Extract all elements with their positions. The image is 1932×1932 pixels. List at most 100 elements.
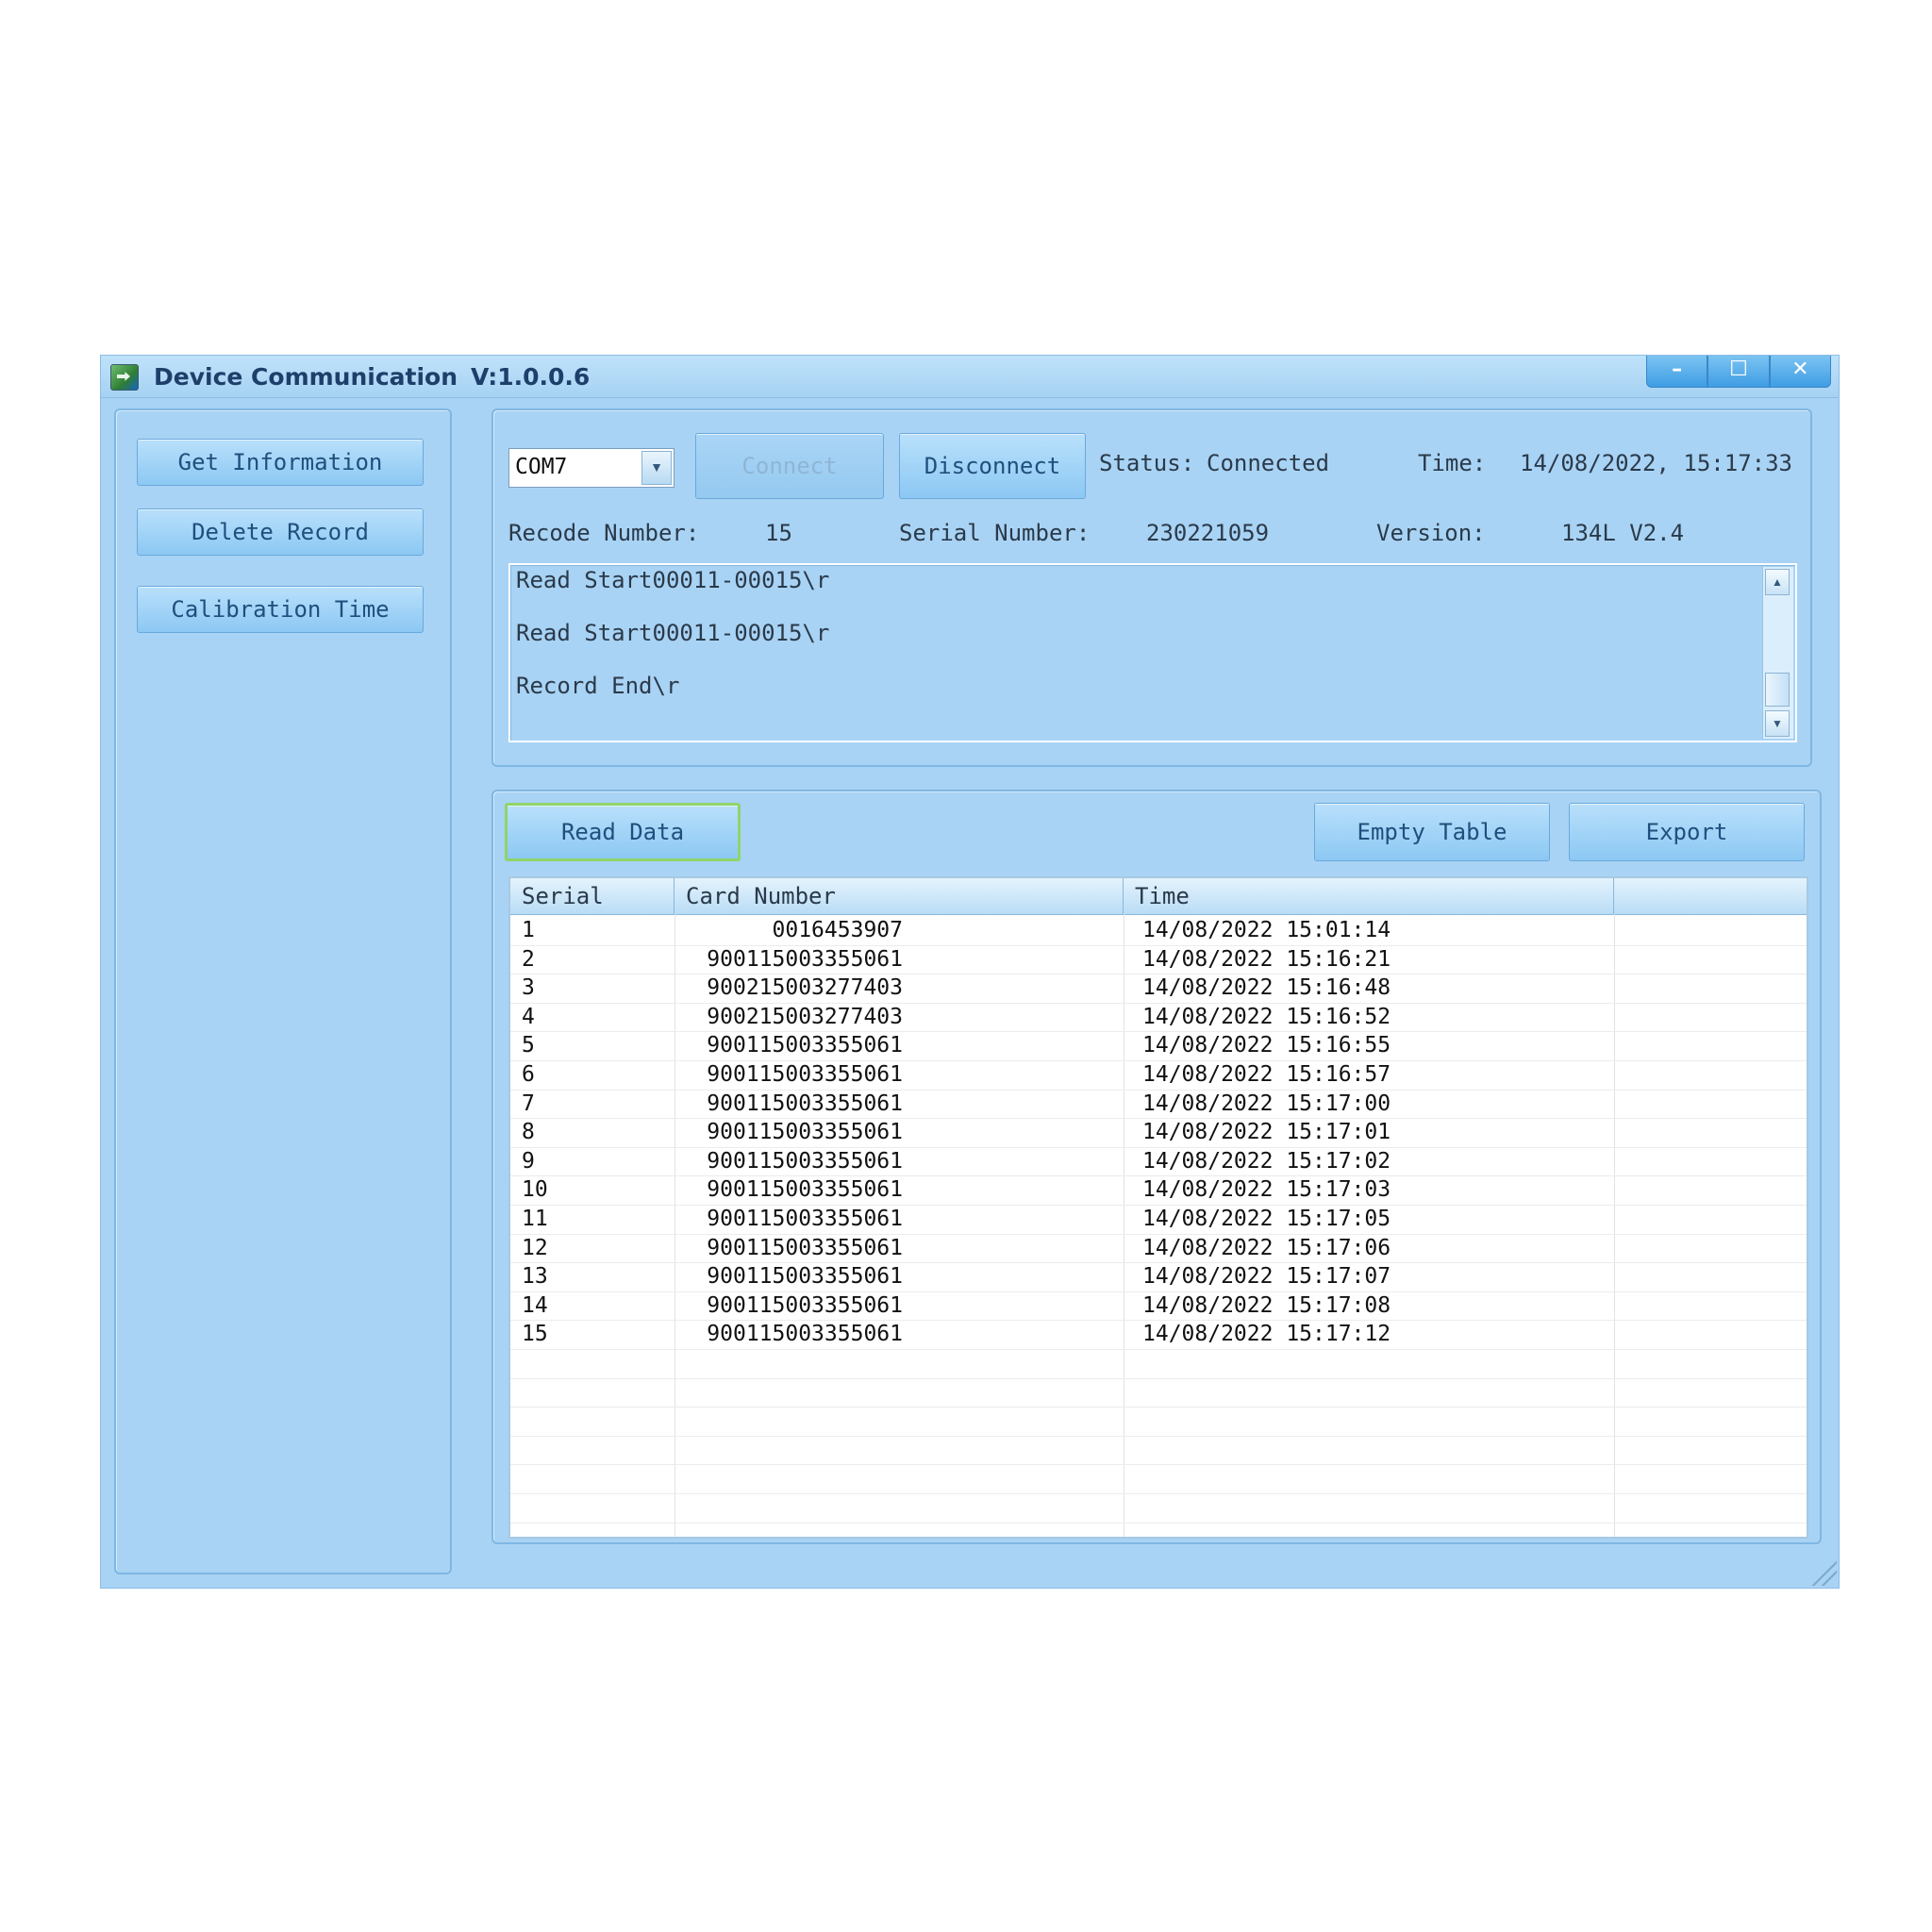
- serial-cell: 6: [522, 1062, 535, 1087]
- scroll-up-icon[interactable]: ▲: [1765, 569, 1790, 595]
- table-header: Serial Card Number Time: [510, 878, 1807, 915]
- sidebar-panel: Get Information Delete Record Calibratio…: [114, 408, 452, 1574]
- time-cell: 14/08/2022 15:17:06: [1142, 1235, 1391, 1260]
- record-number-label: Recode Number:: [508, 520, 700, 546]
- row-divider: [510, 1349, 1807, 1350]
- card-number-cell: 900215003277403: [707, 1004, 903, 1029]
- get-information-button[interactable]: Get Information: [137, 439, 424, 486]
- record-number-value: 15: [765, 520, 792, 546]
- serial-cell: 12: [522, 1235, 548, 1260]
- card-number-cell: 900115003355061: [707, 1292, 903, 1318]
- table-row[interactable]: 7 900115003355061 14/08/2022 15:17:00: [510, 1090, 1807, 1119]
- read-data-button[interactable]: Read Data: [505, 803, 741, 861]
- serial-number-value: 230221059: [1146, 520, 1270, 546]
- table-row[interactable]: 9 900115003355061 14/08/2022 15:17:02: [510, 1147, 1807, 1176]
- export-button[interactable]: Export: [1569, 803, 1805, 861]
- title-bar[interactable]: Device Communication V:1.0.0.6 – ☐ ✕: [101, 356, 1839, 398]
- card-number-cell: 900115003355061: [707, 1148, 903, 1174]
- time-cell: 14/08/2022 15:16:55: [1142, 1033, 1391, 1058]
- app-icon: [110, 364, 139, 391]
- scroll-down-icon[interactable]: ▼: [1765, 710, 1790, 737]
- row-divider: [510, 1522, 1807, 1524]
- serial-cell: 7: [522, 1091, 535, 1116]
- time-cell: 14/08/2022 15:01:14: [1142, 918, 1391, 942]
- scroll-thumb[interactable]: [1765, 673, 1790, 707]
- version-value: 134L V2.4: [1561, 520, 1685, 546]
- version-label: Version:: [1376, 520, 1486, 546]
- time-cell: 14/08/2022 15:16:21: [1142, 946, 1391, 972]
- log-scrollbar[interactable]: ▲ ▼: [1762, 567, 1793, 739]
- time-cell: 14/08/2022 15:17:03: [1142, 1177, 1391, 1203]
- time-cell: 14/08/2022 15:17:08: [1142, 1292, 1391, 1318]
- serial-cell: 11: [522, 1207, 548, 1231]
- log-textbox[interactable]: Read Start00011-00015\r Read Start00011-…: [508, 563, 1797, 742]
- table-row[interactable]: 14 900115003355061 14/08/2022 15:17:08: [510, 1291, 1807, 1321]
- card-number-cell: 900215003277403: [707, 975, 903, 1001]
- table-row[interactable]: 13 900115003355061 14/08/2022 15:17:07: [510, 1262, 1807, 1291]
- time-cell: 14/08/2022 15:17:00: [1142, 1091, 1391, 1116]
- card-number-cell: 900115003355061: [707, 1033, 903, 1058]
- table-row[interactable]: 12 900115003355061 14/08/2022 15:17:06: [510, 1234, 1807, 1263]
- column-header-empty[interactable]: [1614, 878, 1807, 914]
- table-row[interactable]: 8 900115003355061 14/08/2022 15:17:01: [510, 1118, 1807, 1147]
- log-line: Read Start00011-00015\r: [516, 567, 830, 593]
- maximize-button[interactable]: ☐: [1707, 356, 1770, 388]
- card-number-cell: 900115003355061: [707, 1177, 903, 1203]
- status-label: Status:: [1099, 450, 1195, 476]
- table-row[interactable]: 15 900115003355061 14/08/2022 15:17:12: [510, 1320, 1807, 1349]
- column-header-card-number[interactable]: Card Number: [675, 878, 1124, 914]
- records-table[interactable]: Serial Card Number Time 1 0016453907 14/08…: [508, 876, 1808, 1539]
- time-cell: 14/08/2022 15:17:02: [1142, 1148, 1391, 1174]
- serial-cell: 5: [522, 1033, 535, 1058]
- row-divider: [510, 1435, 1807, 1437]
- time-cell: 14/08/2022 15:16:57: [1142, 1062, 1391, 1087]
- column-header-serial[interactable]: Serial: [510, 878, 675, 914]
- time-cell: 14/08/2022 15:16:48: [1142, 975, 1391, 1001]
- table-row[interactable]: 10 900115003355061 14/08/2022 15:17:03: [510, 1175, 1807, 1205]
- table-row[interactable]: 2 900115003355061 14/08/2022 15:16:21: [510, 945, 1807, 974]
- card-number-cell: 900115003355061: [707, 1207, 903, 1231]
- card-number-cell: 900115003355061: [707, 1322, 903, 1347]
- table-row[interactable]: 5 900115003355061 14/08/2022 15:16:55: [510, 1031, 1807, 1060]
- time-cell: 14/08/2022 15:17:01: [1142, 1120, 1391, 1145]
- com-port-value: COM7: [515, 455, 568, 479]
- com-port-select[interactable]: COM7 ▼: [508, 448, 675, 488]
- card-number-cell: 900115003355061: [707, 1264, 903, 1290]
- card-number-cell: 0016453907: [772, 918, 903, 942]
- resize-grip-icon[interactable]: [1808, 1557, 1837, 1586]
- card-number-cell: 900115003355061: [707, 1235, 903, 1260]
- table-row[interactable]: 1 0016453907 14/08/2022 15:01:14: [510, 916, 1807, 945]
- time-cell: 14/08/2022 15:16:52: [1142, 1004, 1391, 1029]
- disconnect-button[interactable]: Disconnect: [899, 433, 1086, 499]
- table-row[interactable]: 3 900215003277403 14/08/2022 15:16:48: [510, 974, 1807, 1003]
- column-header-time[interactable]: Time: [1124, 878, 1614, 914]
- close-button[interactable]: ✕: [1769, 356, 1831, 388]
- time-value: 14/08/2022, 15:17:33: [1520, 450, 1792, 476]
- card-number-cell: 900115003355061: [707, 1091, 903, 1116]
- empty-table-button[interactable]: Empty Table: [1314, 803, 1550, 861]
- serial-cell: 10: [522, 1177, 548, 1203]
- table-row[interactable]: 6 900115003355061 14/08/2022 15:16:57: [510, 1060, 1807, 1090]
- row-divider: [510, 1493, 1807, 1494]
- serial-cell: 8: [522, 1120, 535, 1145]
- card-number-cell: 900115003355061: [707, 1062, 903, 1087]
- serial-cell: 2: [522, 946, 535, 972]
- time-label: Time:: [1418, 450, 1487, 476]
- connect-button[interactable]: Connect: [695, 433, 884, 499]
- table-row[interactable]: 11 900115003355061 14/08/2022 15:17:05: [510, 1205, 1807, 1234]
- serial-cell: 15: [522, 1322, 548, 1347]
- card-number-cell: 900115003355061: [707, 1120, 903, 1145]
- table-row[interactable]: 4 900215003277403 14/08/2022 15:16:52: [510, 1003, 1807, 1032]
- calibration-time-button[interactable]: Calibration Time: [137, 586, 424, 633]
- serial-cell: 13: [522, 1264, 548, 1290]
- serial-cell: 4: [522, 1004, 535, 1029]
- serial-cell: 9: [522, 1148, 535, 1174]
- chevron-down-icon[interactable]: ▼: [641, 451, 672, 485]
- delete-record-button[interactable]: Delete Record: [137, 508, 424, 556]
- serial-number-label: Serial Number:: [899, 520, 1091, 546]
- card-number-cell: 900115003355061: [707, 946, 903, 972]
- serial-cell: 3: [522, 975, 535, 1001]
- minimize-button[interactable]: –: [1646, 356, 1708, 388]
- row-divider: [510, 1377, 1807, 1379]
- serial-cell: 14: [522, 1292, 548, 1318]
